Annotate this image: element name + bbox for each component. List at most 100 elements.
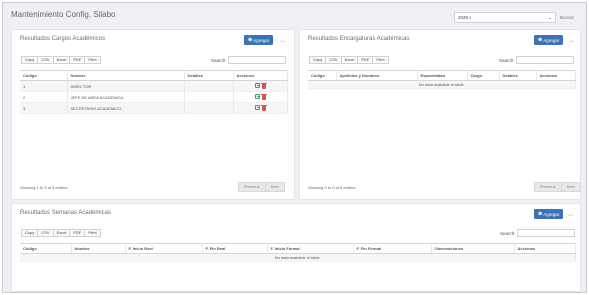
col-codigo[interactable]: Código bbox=[308, 70, 337, 81]
col-f-fin-formal[interactable]: F. Fin Formal bbox=[353, 243, 432, 254]
cargos-table: Código Nombre Detalles Acciones 1 DIRECT… bbox=[20, 70, 288, 114]
col-observaciones[interactable]: Observaciones bbox=[431, 243, 515, 254]
cell-codigo: 3 bbox=[20, 102, 68, 114]
cargos-export-buttons: Copy CSV Excel PDF Print bbox=[21, 56, 101, 64]
col-f-inicio-formal[interactable]: F. Inicio Formal bbox=[267, 243, 354, 254]
pdf-button[interactable]: PDF bbox=[69, 229, 86, 237]
next-button[interactable]: Next bbox=[264, 182, 285, 192]
encargaturas-search-input[interactable] bbox=[516, 56, 574, 64]
csv-button[interactable]: CSV bbox=[37, 56, 54, 64]
cargos-search-label: Search: bbox=[211, 58, 227, 63]
cell-nombre: SECRETARIO ACADEMICO bbox=[67, 102, 185, 114]
copy-button[interactable]: Copy bbox=[21, 56, 39, 64]
page-title: Mantenimiento Config. Silabo bbox=[11, 10, 116, 19]
cell-nombre: JEFE DE AREA ACADEMICA bbox=[67, 91, 185, 103]
cargos-search-input[interactable] bbox=[228, 56, 286, 64]
cargos-panel-title: Resultados Cargos Académicos bbox=[20, 36, 106, 42]
print-button[interactable]: Print bbox=[372, 56, 389, 64]
cell-codigo: 2 bbox=[20, 91, 68, 103]
chevron-down-icon: ⌄ bbox=[548, 15, 552, 20]
collapse-chevron-icon[interactable]: ︿ bbox=[569, 37, 574, 44]
add-semana-button-label: Agregar bbox=[543, 211, 560, 217]
cell-detalles bbox=[184, 102, 234, 114]
table-row: 1 DIRECTOR bbox=[20, 80, 288, 92]
semanas-table: Código Nombre F. Inicio Real F. Fin Real… bbox=[20, 243, 576, 262]
col-detalles[interactable]: Detalles bbox=[499, 70, 537, 81]
col-acciones[interactable]: Acciones bbox=[233, 70, 288, 81]
encargaturas-panel: Resultados Encargaturas Académicas ⊕ Agr… bbox=[299, 29, 581, 200]
encargaturas-table: Código Apellidos y Nombres Especialidad … bbox=[308, 70, 576, 89]
encargaturas-export-buttons: Copy CSV Excel PDF Print bbox=[309, 56, 389, 64]
semanas-panel: Resultados Semanas Académicas ⊕ Agregar … bbox=[11, 203, 581, 292]
empty-row: No data available in table bbox=[20, 253, 576, 262]
col-cargo[interactable]: Cargo bbox=[467, 70, 500, 81]
pdf-button[interactable]: PDF bbox=[69, 56, 86, 64]
table-row: 2 JEFE DE AREA ACADEMICA bbox=[20, 91, 288, 103]
semanas-search-input[interactable] bbox=[517, 229, 575, 237]
trash-icon[interactable] bbox=[260, 83, 267, 89]
copy-button[interactable]: Copy bbox=[309, 56, 327, 64]
semanas-search-label: Search: bbox=[500, 231, 516, 236]
next-button[interactable]: Next bbox=[560, 182, 581, 192]
add-cargo-button-label: Agregar bbox=[253, 37, 270, 43]
previous-button[interactable]: Previous bbox=[534, 182, 562, 192]
edit-icon[interactable] bbox=[254, 83, 260, 88]
collapse-chevron-icon[interactable]: ︿ bbox=[280, 37, 285, 44]
empty-message: No data available in table bbox=[308, 80, 576, 89]
cell-detalles bbox=[184, 80, 234, 92]
col-codigo[interactable]: Código bbox=[20, 243, 72, 254]
csv-button[interactable]: CSV bbox=[325, 56, 342, 64]
excel-button[interactable]: Excel bbox=[52, 56, 71, 64]
add-encargatura-button-label: Agregar bbox=[543, 37, 560, 43]
previous-button[interactable]: Previous bbox=[238, 182, 266, 192]
add-semana-button[interactable]: ⊕ Agregar bbox=[534, 209, 564, 219]
trash-icon[interactable] bbox=[260, 105, 267, 111]
plus-icon: ⊕ bbox=[538, 37, 543, 43]
pdf-button[interactable]: PDF bbox=[357, 56, 374, 64]
add-encargatura-button[interactable]: ⊕ Agregar bbox=[534, 35, 564, 45]
add-cargo-button[interactable]: ⊕ Agregar bbox=[244, 35, 274, 45]
period-select-value: 2025-I bbox=[458, 15, 471, 20]
edit-icon[interactable] bbox=[254, 94, 260, 99]
print-button[interactable]: Print bbox=[84, 229, 101, 237]
cargos-panel: Resultados Cargos Académicos ⊕ Agregar ︿… bbox=[11, 29, 295, 200]
cell-nombre: DIRECTOR bbox=[67, 80, 185, 92]
cell-acciones bbox=[233, 102, 288, 114]
col-acciones[interactable]: Acciones bbox=[536, 70, 576, 81]
table-header-row: Código Apellidos y Nombres Especialidad … bbox=[308, 70, 576, 81]
edit-icon[interactable] bbox=[254, 105, 260, 110]
encargaturas-panel-title: Resultados Encargaturas Académicas bbox=[308, 36, 410, 42]
col-nombre[interactable]: Nombre bbox=[67, 70, 185, 81]
col-acciones[interactable]: Acciones bbox=[514, 243, 576, 254]
cell-codigo: 1 bbox=[20, 80, 68, 92]
excel-button[interactable]: Excel bbox=[340, 56, 359, 64]
encargaturas-pagination: Previous Next bbox=[534, 182, 581, 192]
col-apellidos-nombres[interactable]: Apellidos y Nombres bbox=[336, 70, 418, 81]
trash-icon[interactable] bbox=[260, 94, 267, 100]
semanas-export-buttons: Copy CSV Excel PDF Print bbox=[21, 229, 101, 237]
excel-button[interactable]: Excel bbox=[52, 229, 71, 237]
cell-acciones bbox=[233, 80, 288, 92]
empty-row: No data available in table bbox=[308, 80, 576, 89]
csv-button[interactable]: CSV bbox=[37, 229, 54, 237]
col-nombre[interactable]: Nombre bbox=[71, 243, 126, 254]
cargos-table-info: Showing 1 to 3 of 3 entries bbox=[20, 185, 68, 190]
encargaturas-table-info: Showing 0 to 0 of 0 entries bbox=[308, 185, 356, 190]
empty-message: No data available in table bbox=[20, 253, 576, 262]
col-f-inicio-real[interactable]: F. Inicio Real bbox=[125, 243, 203, 254]
collapse-chevron-icon[interactable]: ︿ bbox=[568, 211, 573, 218]
table-row: 3 SECRETARIO ACADEMICO bbox=[20, 102, 288, 114]
print-button[interactable]: Print bbox=[84, 56, 101, 64]
table-header-row: Código Nombre Detalles Acciones bbox=[20, 70, 288, 81]
search-link[interactable]: Buscar bbox=[560, 15, 574, 20]
cell-acciones bbox=[233, 91, 288, 103]
encargaturas-search-label: Search: bbox=[499, 58, 515, 63]
period-select[interactable]: 2025-I ⌄ bbox=[454, 12, 556, 23]
col-detalles[interactable]: Detalles bbox=[184, 70, 234, 81]
col-f-fin-real[interactable]: F. Fin Real bbox=[202, 243, 268, 254]
col-codigo[interactable]: Código bbox=[20, 70, 68, 81]
copy-button[interactable]: Copy bbox=[21, 229, 39, 237]
plus-icon: ⊕ bbox=[538, 211, 543, 217]
plus-icon: ⊕ bbox=[248, 37, 253, 43]
col-especialidad[interactable]: Especialidad bbox=[417, 70, 468, 81]
